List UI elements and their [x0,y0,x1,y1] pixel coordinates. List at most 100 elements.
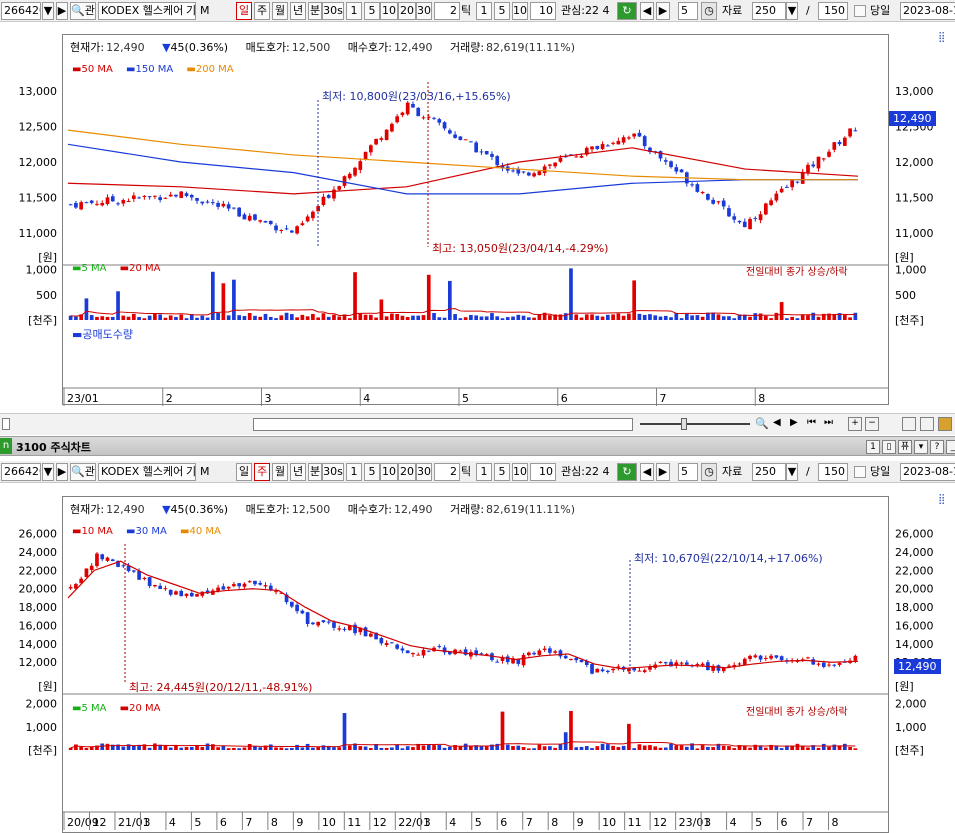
candle-body [532,652,536,655]
prev-arrow-icon[interactable]: ◀ [640,2,654,20]
period-month-button-2[interactable]: 월 [272,463,288,481]
data-count-dropdown-arrow[interactable]: ▼ [786,2,798,20]
min-10-button[interactable]: 10 [380,2,398,20]
tick-count-input-2[interactable]: 10 [530,463,556,481]
scroll-left-icon[interactable] [2,418,10,430]
zoom-slider-track[interactable] [640,423,750,425]
data-count-select[interactable]: 250 [752,2,786,20]
window-type-icon[interactable]: 퓨 [898,440,912,454]
tick-5-button[interactable]: 5 [494,2,510,20]
zoom-in-icon[interactable]: + [848,417,862,431]
total-input[interactable]: 150 [818,2,848,20]
tick-10-button-2[interactable]: 10 [512,463,528,481]
period-week-button[interactable]: 주 [254,2,270,20]
period-minute-button[interactable]: 분 [308,2,322,20]
stock-code-input[interactable]: 266420 [1,2,41,20]
period-week-button-2[interactable]: 주 [254,463,270,481]
period-30s-button-2[interactable]: 30s [322,463,344,481]
next-arrow-icon-3[interactable]: ▶ [656,463,670,481]
stock-name-field[interactable]: KODEX 헬스케어 [98,2,196,20]
search-icon[interactable]: 🔍관 [70,2,96,20]
min-20-button-2[interactable]: 20 [398,463,416,481]
tick-5-button-2[interactable]: 5 [494,463,510,481]
window-link-icon[interactable]: ▯ [882,440,896,454]
candle-body [89,565,94,571]
scroll-prev-icon[interactable]: ◀ [773,417,781,428]
date-input-2[interactable]: 2023-08-1 [900,463,955,481]
code-dropdown-arrow[interactable]: ▼ [42,2,54,20]
min-30-button-2[interactable]: 30 [416,463,432,481]
same-day-checkbox[interactable] [854,5,866,17]
stock-code-input-2[interactable]: 266420 [1,463,41,481]
zoom-out-icon[interactable]: − [865,417,879,431]
candle-body [400,112,405,116]
scroll-end-icon[interactable]: ⏭ [824,417,833,428]
tick-10-button[interactable]: 10 [512,2,528,20]
window-num-icon[interactable]: 1 [866,440,880,454]
scroll-next-icon[interactable]: ▶ [790,417,798,428]
same-day-checkbox-2[interactable] [854,466,866,478]
count-input-2[interactable]: 5 [678,463,698,481]
period-day-button[interactable]: 일 [236,2,252,20]
candle-body [474,142,479,153]
period-year-button-2[interactable]: 년 [290,463,306,481]
candle-body [326,621,331,623]
view-toggle-icon[interactable] [902,417,916,431]
code-dropdown-arrow-2[interactable]: ▼ [42,463,54,481]
candle-body [263,585,268,587]
candle-body [242,583,247,587]
min-30-button[interactable]: 30 [416,2,432,20]
min-10-button-2[interactable]: 10 [380,463,398,481]
zoom-slider-handle[interactable] [681,418,687,430]
zoom-icon[interactable]: 🔍 [755,417,769,430]
stock-name-field-2[interactable]: KODEX 헬스케어 [98,463,196,481]
weekly-high-annotation: 최고: 24,445원(20/12/11,-48.91%) [129,681,313,694]
month-label: 23/01 [67,392,99,405]
tick-input-2[interactable]: 2 [434,463,460,481]
tick-count-input[interactable]: 10 [530,2,556,20]
refresh-icon[interactable]: ↻ [617,2,637,20]
search-icon-2[interactable]: 🔍관 [70,463,96,481]
volume-bar [611,314,615,320]
period-month-button[interactable]: 월 [272,2,288,20]
next-arrow-icon[interactable]: ▶ [656,2,670,20]
period-day-button-2[interactable]: 일 [236,463,252,481]
volume-bar [337,316,342,320]
min-20-button[interactable]: 20 [398,2,416,20]
layout-icon[interactable] [938,417,952,431]
prev-arrow-icon-2[interactable]: ◀ [640,463,654,481]
tick-1-button[interactable]: 1 [476,2,492,20]
period-minute-button-2[interactable]: 분 [308,463,322,481]
candle-body [247,215,252,221]
clock-icon[interactable]: ◷ [701,2,717,20]
refresh-icon-2[interactable]: ↻ [617,463,637,481]
next-arrow-icon-2[interactable]: ▶ [56,463,68,481]
volume-bar [368,314,373,320]
period-year-button[interactable]: 년 [290,2,306,20]
min-1-button-2[interactable]: 1 [346,463,362,481]
help-icon[interactable]: ? [930,440,944,454]
scroll-start-icon[interactable]: ⏮ [807,417,816,428]
total-input-2[interactable]: 150 [818,463,848,481]
min-1-button[interactable]: 1 [346,2,362,20]
view-toggle2-icon[interactable] [920,417,934,431]
data-count-select-2[interactable]: 250 [752,463,786,481]
tick-1-button-2[interactable]: 1 [476,463,492,481]
min-5-button[interactable]: 5 [364,2,380,20]
window-menu-icon[interactable]: ▾ [914,440,928,454]
volume-tick-label-left: 2,000 [26,698,58,711]
next-arrow-icon[interactable]: ▶ [56,2,68,20]
period-30s-button[interactable]: 30s [322,2,344,20]
count-input[interactable]: 5 [678,2,698,20]
clock-icon-2[interactable]: ◷ [701,463,717,481]
min-5-button-2[interactable]: 5 [364,463,380,481]
candle-body [605,145,610,147]
scrollbar-track[interactable] [253,418,633,431]
volume-bar [721,745,726,750]
volume-bar [274,318,278,320]
tick-input[interactable]: 2 [434,2,460,20]
data-count-dropdown-arrow-2[interactable]: ▼ [786,463,798,481]
minimize-icon[interactable]: _ [946,440,955,454]
candle-body [89,200,94,203]
date-input[interactable]: 2023-08-1 [900,2,955,20]
